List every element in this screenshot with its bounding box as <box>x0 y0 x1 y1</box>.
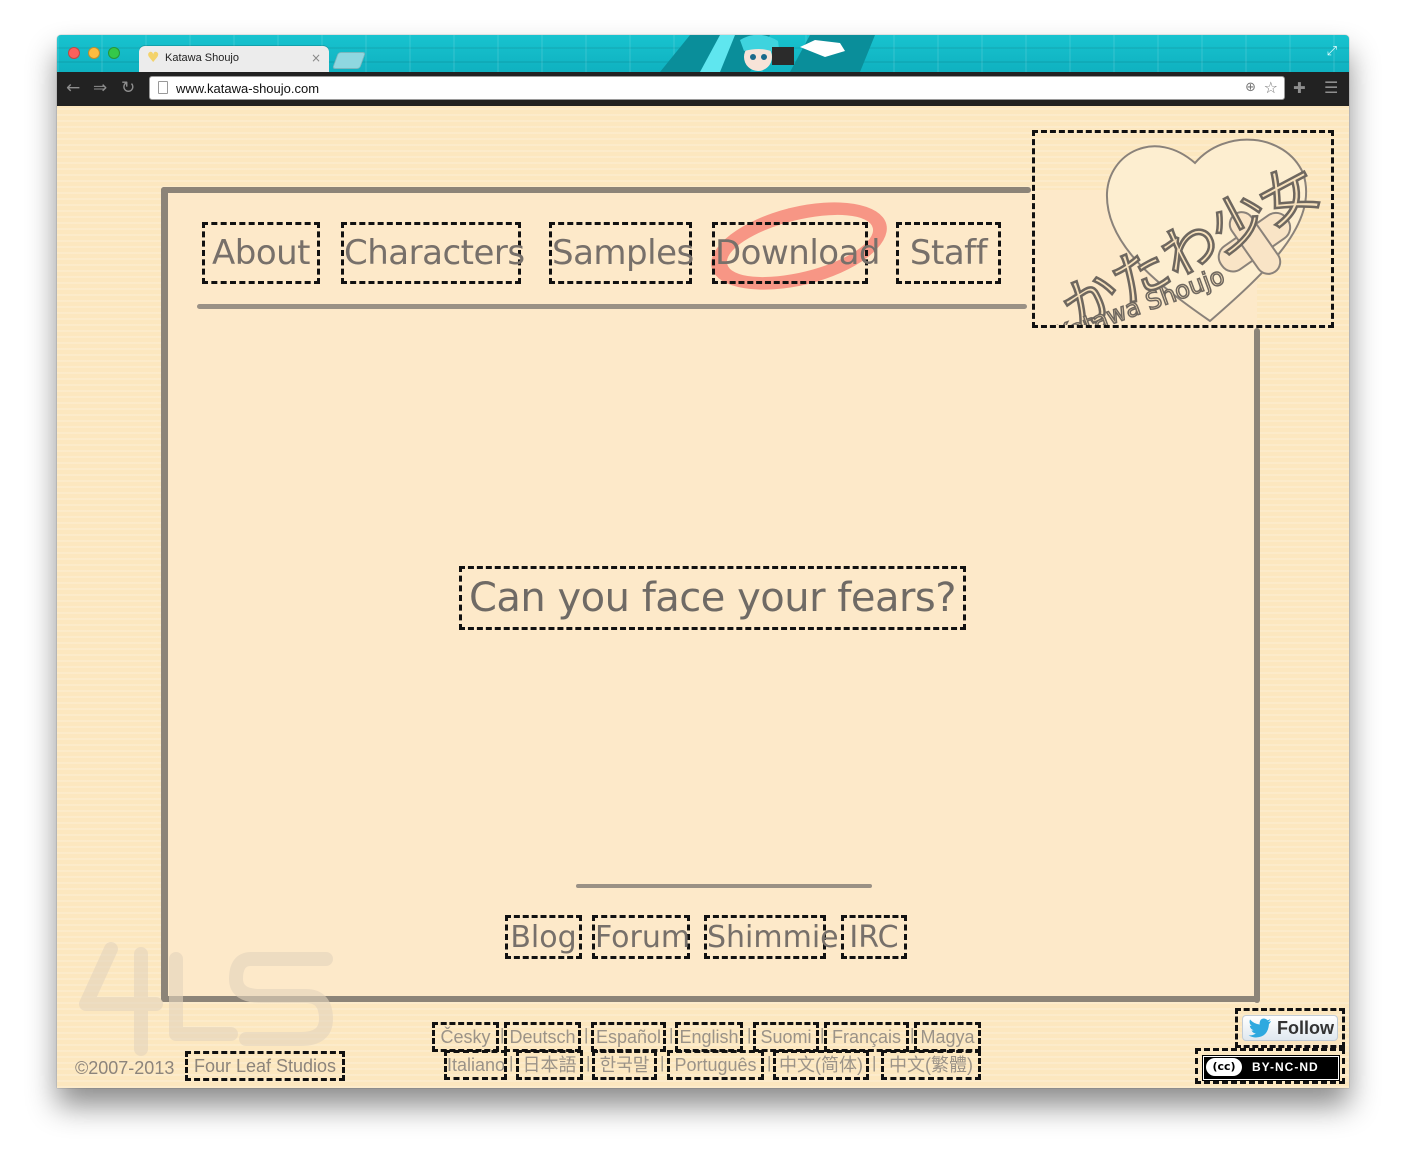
four-leaf-studios-watermark <box>79 942 333 1056</box>
browser-titlebar: ♥ Katawa Shoujo × ⤢ <box>57 35 1349 72</box>
forward-arrow-icon[interactable]: ⇒ <box>93 78 107 98</box>
lang-separator: | <box>767 1053 772 1072</box>
follow-label: Follow <box>1277 1018 1334 1038</box>
link-forum[interactable]: Forum <box>592 915 690 959</box>
lang-separator: | <box>584 1025 589 1044</box>
nav-about[interactable]: About <box>202 222 320 284</box>
heart-favicon-icon: ♥ <box>147 50 160 66</box>
lang-magyar[interactable]: Magya <box>914 1022 981 1052</box>
theme-mascot-image <box>660 35 875 72</box>
lang-separator: | <box>669 1025 674 1044</box>
twitter-follow-button[interactable]: Follow <box>1235 1008 1345 1048</box>
frame-right-line <box>1254 328 1260 1003</box>
lang-korean[interactable]: 한국말 <box>592 1050 657 1080</box>
nav-underline <box>197 304 1027 309</box>
cc-license-label: BY-NC-ND <box>1252 1060 1319 1074</box>
nav-staff[interactable]: Staff <box>896 222 1001 284</box>
lang-suomi[interactable]: Suomi <box>753 1022 819 1052</box>
copyright-text: ©2007-2013 <box>75 1058 175 1078</box>
katawa-shoujo-logo[interactable]: かたわ少女 Katawa Shoujo <box>1032 130 1334 350</box>
lang-deutsch[interactable]: Deutsch <box>504 1022 581 1052</box>
zoom-icon[interactable]: ⊕ <box>1245 80 1256 95</box>
browser-window: ♥ Katawa Shoujo × ⤢ ← ⇒ ↻ www.katawa-sho… <box>57 35 1349 1088</box>
heart-logo-image: かたわ少女 Katawa Shoujo <box>1050 138 1331 350</box>
tagline: Can you face your fears? <box>459 566 966 630</box>
four-leaf-studios-link[interactable]: Four Leaf Studios <box>185 1051 345 1081</box>
tab-close-icon[interactable]: × <box>311 51 321 65</box>
lang-francais[interactable]: Français <box>824 1022 909 1052</box>
lang-cesky[interactable]: Česky <box>432 1022 499 1052</box>
close-window-button[interactable] <box>68 47 80 59</box>
extension-puzzle-icon[interactable]: ✚ <box>1293 79 1306 97</box>
twitter-bird-icon <box>1248 1018 1271 1038</box>
cc-logo-icon: (cc) <box>1206 1058 1242 1076</box>
back-arrow-icon[interactable]: ← <box>66 78 80 98</box>
bookmark-star-icon[interactable]: ☆ <box>1264 78 1278 97</box>
lang-portugues[interactable]: Português <box>667 1050 764 1080</box>
nav-characters[interactable]: Characters <box>341 222 525 284</box>
cc-badge-face: (cc) BY-NC-ND <box>1202 1055 1340 1081</box>
browser-tab[interactable]: ♥ Katawa Shoujo × <box>139 46 329 72</box>
link-irc[interactable]: IRC <box>841 915 907 959</box>
frame-left-line <box>161 187 168 1002</box>
nav-samples[interactable]: Samples <box>549 222 694 284</box>
lang-separator: | <box>747 1025 752 1044</box>
maximize-window-button[interactable] <box>108 47 120 59</box>
lang-separator: | <box>586 1053 591 1072</box>
fullscreen-icon[interactable]: ⤢ <box>1327 44 1337 59</box>
web-page: About Characters Samples Download Staff … <box>57 106 1349 1088</box>
lang-separator: | <box>872 1053 877 1072</box>
lang-chinese-traditional[interactable]: 中文(繁體) <box>881 1050 981 1080</box>
lang-english[interactable]: English <box>675 1022 743 1052</box>
lang-espanol[interactable]: Español <box>591 1022 666 1052</box>
lang-japanese[interactable]: 日本語 <box>516 1050 583 1080</box>
creative-commons-license-badge[interactable]: (cc) BY-NC-ND <box>1195 1048 1345 1084</box>
nav-download[interactable]: Download <box>712 222 881 284</box>
link-shimmie[interactable]: Shimmie <box>704 915 839 959</box>
minimize-window-button[interactable] <box>88 47 100 59</box>
reload-icon[interactable]: ↻ <box>121 78 135 98</box>
links-overline <box>576 884 872 888</box>
tab-title: Katawa Shoujo <box>165 52 239 64</box>
lang-italiano[interactable]: Italiano <box>444 1050 507 1080</box>
lang-separator: | <box>660 1053 665 1072</box>
follow-button-face: Follow <box>1242 1015 1338 1041</box>
page-icon <box>158 81 168 94</box>
link-blog[interactable]: Blog <box>505 915 582 959</box>
frame-top-line <box>161 187 1031 193</box>
menu-icon[interactable]: ☰ <box>1324 78 1338 97</box>
lang-chinese-simplified[interactable]: 中文(简体) <box>773 1050 869 1080</box>
lang-separator: | <box>509 1053 514 1072</box>
url-text[interactable]: www.katawa-shoujo.com <box>176 81 319 96</box>
address-bar[interactable]: www.katawa-shoujo.com ⊕ ☆ <box>149 76 1285 100</box>
browser-toolbar: ← ⇒ ↻ www.katawa-shoujo.com ⊕ ☆ ✚ ☰ <box>57 72 1349 106</box>
